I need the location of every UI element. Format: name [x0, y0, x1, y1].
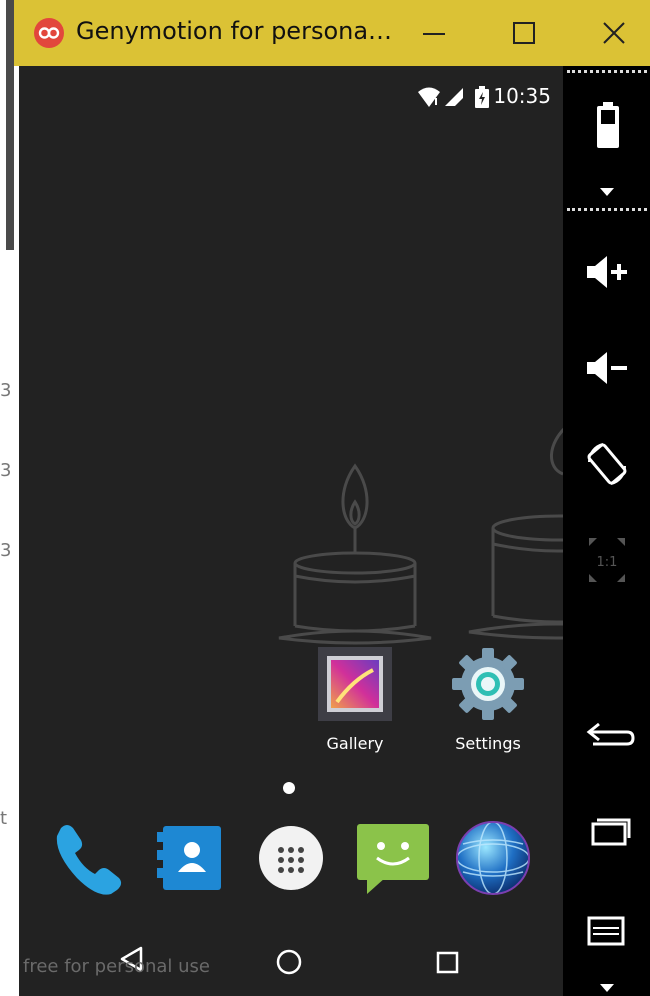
volume-up-button[interactable]	[575, 240, 639, 304]
window-titlebar[interactable]: Genymotion for persona…	[14, 0, 650, 66]
volume-up-icon	[587, 256, 627, 288]
browser-icon	[456, 821, 530, 895]
android-menu-icon	[587, 916, 625, 946]
pixel-perfect-label: 1:1	[597, 555, 618, 570]
wifi-icon	[418, 87, 440, 107]
contacts-icon	[157, 826, 221, 890]
phone-icon	[56, 825, 122, 895]
battery-widget-icon	[597, 102, 619, 148]
android-recents-button[interactable]	[575, 800, 639, 864]
settings-icon	[452, 648, 524, 720]
android-menu-button[interactable]	[575, 900, 639, 964]
battery-icon	[475, 86, 489, 108]
maximize-icon	[513, 22, 535, 44]
home-icon	[276, 949, 302, 975]
app-gallery[interactable]: Gallery	[300, 644, 410, 753]
watermark-text: free for personal use	[23, 956, 210, 977]
dock-browser[interactable]	[453, 818, 533, 898]
dock-messaging[interactable]	[353, 818, 433, 898]
android-back-icon	[586, 722, 635, 746]
app-settings[interactable]: Settings	[433, 644, 543, 753]
gallery-icon	[318, 647, 392, 721]
messaging-icon	[357, 824, 429, 894]
emulator-toolbar: 1:1	[563, 66, 650, 996]
nav-recents-button[interactable]	[417, 926, 477, 986]
rotate-button[interactable]	[575, 432, 639, 496]
status-time: 10:35	[493, 84, 551, 108]
chevron-down-icon[interactable]	[600, 984, 614, 992]
maximize-button[interactable]	[484, 0, 564, 66]
app-label: Gallery	[326, 734, 384, 753]
android-recents-icon	[591, 818, 631, 846]
minimize-icon	[423, 33, 445, 35]
dock-phone[interactable]	[47, 818, 127, 898]
volume-down-button[interactable]	[575, 336, 639, 400]
page-indicator-dot	[283, 782, 295, 794]
nav-home-button[interactable]	[259, 926, 319, 986]
battery-widget-button[interactable]	[575, 94, 639, 158]
app-label: Settings	[455, 734, 521, 753]
rotate-icon	[587, 443, 627, 485]
desktop-background-strip: 3 3 3 t	[0, 0, 14, 996]
minimize-button[interactable]	[394, 0, 474, 66]
desktop-fragment: 3	[0, 460, 12, 481]
dock-contacts[interactable]	[149, 818, 229, 898]
dock-app-drawer[interactable]	[251, 818, 331, 898]
device-screen[interactable]: 10:35 Gallery Settings free for personal…	[19, 66, 563, 996]
signal-icon	[445, 88, 463, 106]
app-drawer-icon	[259, 826, 323, 890]
close-icon	[603, 22, 625, 44]
pixel-perfect-icon: 1:1	[589, 538, 625, 582]
desktop-fragment: 3	[0, 540, 12, 561]
desktop-fragment: 3	[0, 380, 12, 401]
toolbar-divider	[567, 208, 647, 211]
desktop-window-edge	[6, 0, 14, 250]
close-button[interactable]	[574, 0, 650, 66]
volume-down-icon	[587, 352, 627, 384]
status-bar: 10:35	[19, 78, 563, 114]
android-back-button[interactable]	[575, 702, 639, 766]
chevron-down-icon[interactable]	[600, 188, 614, 196]
desktop-fragment: t	[0, 808, 8, 829]
recents-icon	[436, 951, 459, 974]
toolbar-divider	[567, 70, 647, 73]
genymotion-logo-icon	[34, 18, 64, 48]
window-title: Genymotion for persona…	[76, 17, 393, 45]
pixel-perfect-button[interactable]: 1:1	[575, 528, 639, 592]
